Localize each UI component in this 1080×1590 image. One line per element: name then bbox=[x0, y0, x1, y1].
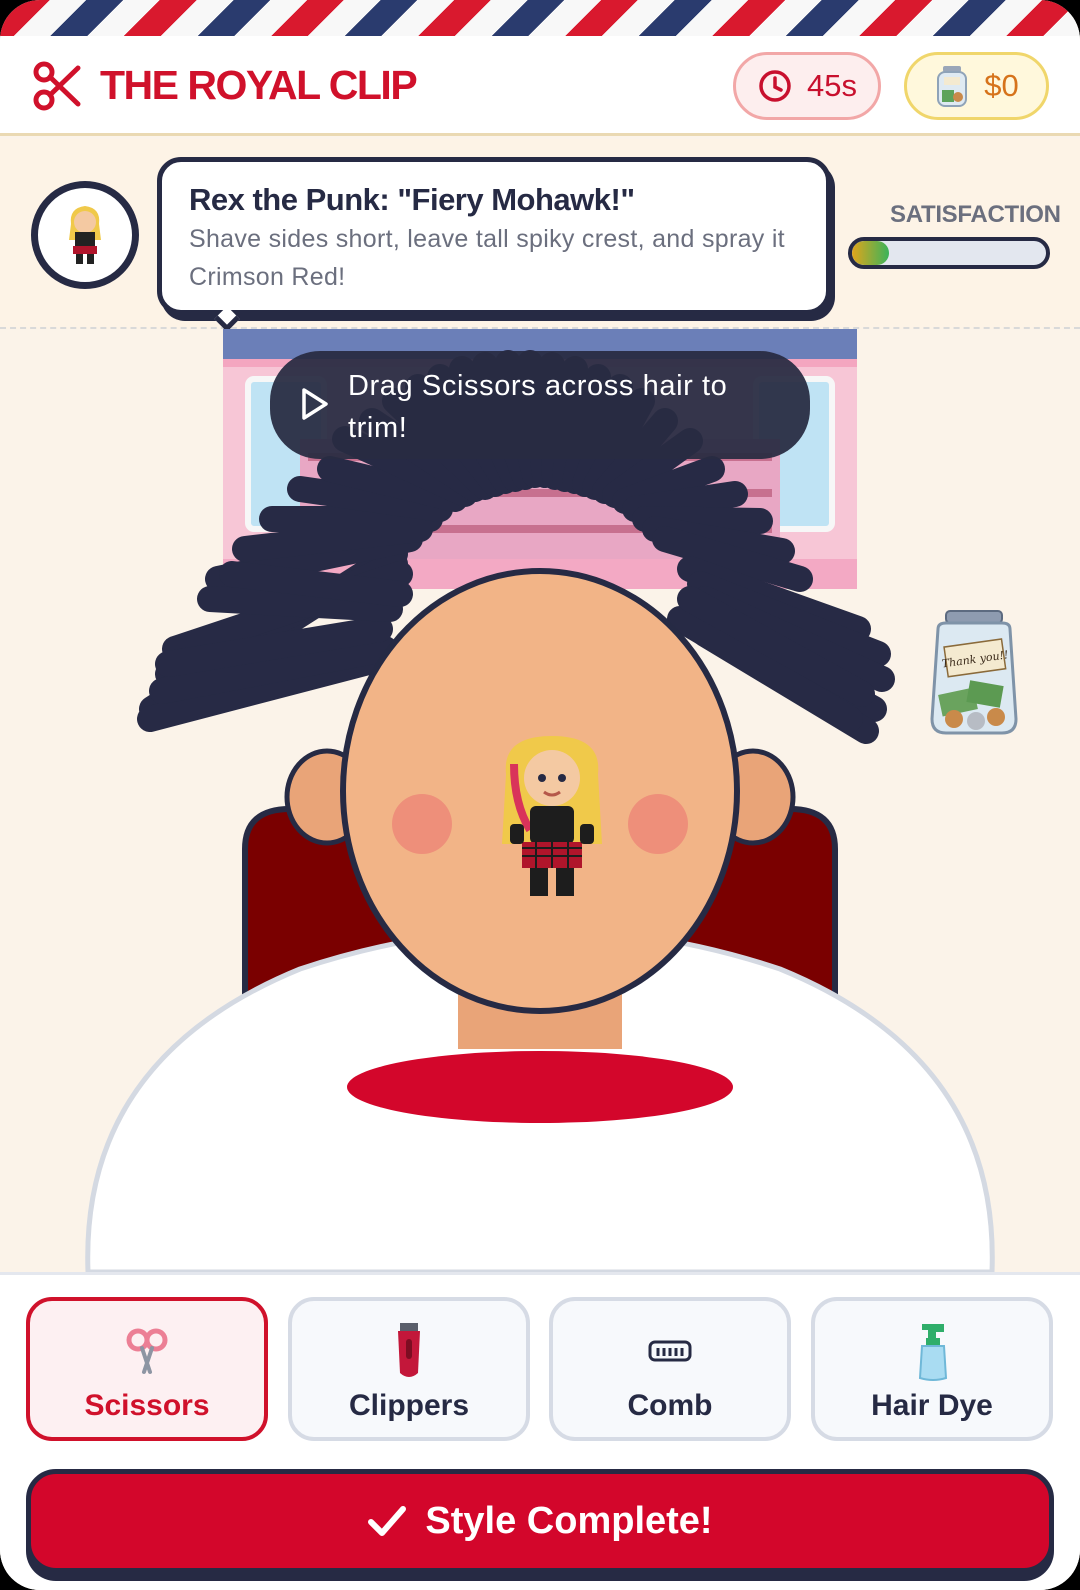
tool-label: Scissors bbox=[84, 1389, 210, 1422]
order-title: Rex the Punk: "Fiery Mohawk!" bbox=[189, 182, 635, 217]
money-badge: $0 bbox=[904, 52, 1049, 120]
tool-label: Clippers bbox=[348, 1389, 470, 1422]
brand-title: THE ROYAL CLIP bbox=[100, 62, 418, 108]
style-complete-label: Style Complete! bbox=[425, 1499, 713, 1542]
clock-icon bbox=[759, 70, 791, 102]
customer-avatar bbox=[31, 181, 139, 289]
tool-comb-button[interactable]: Comb bbox=[549, 1297, 791, 1441]
scissors-icon bbox=[33, 61, 81, 111]
instruction-tooltip: Drag Scissors across hair to trim! bbox=[270, 351, 810, 459]
cape-collar bbox=[347, 1051, 733, 1123]
barber-stripe-border bbox=[0, 0, 1080, 36]
satisfaction-fill bbox=[852, 241, 889, 265]
timer-value: 45s bbox=[807, 68, 857, 103]
right-cheek bbox=[628, 794, 688, 854]
timer-badge: 45s bbox=[733, 52, 881, 120]
satisfaction-meter bbox=[848, 237, 1050, 269]
game-screen: THE ROYAL CLIP 45s $0 Rex the Punk: "Fie… bbox=[0, 0, 1080, 1590]
tool-scissors-button[interactable]: Scissors bbox=[26, 1297, 268, 1441]
tool-label: Hair Dye bbox=[871, 1389, 993, 1422]
spray-bottle-icon bbox=[918, 1324, 948, 1381]
check-icon bbox=[368, 1506, 407, 1536]
tool-toolbar: Scissors Clippers Comb Hair Dye Style Co… bbox=[0, 1272, 1080, 1590]
tip-jar[interactable]: Thank you!! bbox=[926, 609, 1022, 737]
left-cheek bbox=[392, 794, 452, 854]
scissors-icon bbox=[126, 1328, 168, 1374]
salon-scene bbox=[85, 329, 995, 1272]
order-description: Shave sides short, leave tall spiky cres… bbox=[189, 225, 785, 291]
tool-clippers-button[interactable]: Clippers bbox=[288, 1297, 530, 1441]
tool-hair-dye-button[interactable]: Hair Dye bbox=[811, 1297, 1053, 1441]
comb-icon bbox=[648, 1340, 692, 1362]
order-speech-bubble: Rex the Punk: "Fiery Mohawk!" Shave side… bbox=[157, 157, 831, 315]
play-icon bbox=[302, 388, 328, 420]
clippers-icon bbox=[398, 1323, 420, 1377]
haircut-stage[interactable]: Drag Scissors across hair to trim! Thank… bbox=[0, 329, 1080, 1272]
tool-label: Comb bbox=[627, 1389, 713, 1422]
tip-jar-icon bbox=[937, 66, 968, 107]
money-value: $0 bbox=[984, 68, 1019, 103]
instruction-text: Drag Scissors across hair to trim! bbox=[348, 370, 728, 444]
style-complete-button[interactable]: Style Complete! bbox=[26, 1469, 1054, 1573]
satisfaction-label: SATISFACTION bbox=[890, 201, 1061, 228]
punk-girl-avatar bbox=[69, 206, 101, 264]
header-bar: THE ROYAL CLIP 45s $0 bbox=[0, 36, 1080, 136]
customer-order-panel: Rex the Punk: "Fiery Mohawk!" Shave side… bbox=[0, 139, 1080, 332]
